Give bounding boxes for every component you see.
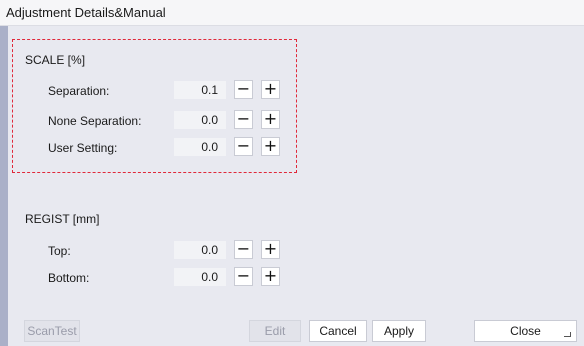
- top-label: Top:: [48, 244, 71, 258]
- cancel-button[interactable]: Cancel: [309, 320, 367, 342]
- close-button-label: Close: [510, 324, 541, 338]
- scale-section-title: SCALE [%]: [25, 53, 86, 67]
- none-separation-decrement-button[interactable]: −: [234, 110, 253, 129]
- apply-button[interactable]: Apply: [372, 320, 426, 342]
- bottom-value: 0.0: [174, 268, 226, 286]
- edit-button[interactable]: Edit: [249, 320, 301, 342]
- bottom-decrement-button[interactable]: −: [234, 267, 253, 286]
- top-increment-button[interactable]: +: [261, 240, 280, 259]
- close-button[interactable]: Close: [474, 320, 577, 342]
- user-setting-increment-button[interactable]: +: [261, 137, 280, 156]
- dialog-content: SCALE [%] Separation: 0.1 − + None Separ…: [8, 27, 584, 310]
- window-title: Adjustment Details&Manual: [0, 0, 584, 26]
- scantest-button[interactable]: ScanTest: [24, 320, 80, 342]
- bottom-label: Bottom:: [48, 271, 90, 285]
- separation-label: Separation:: [48, 84, 110, 98]
- left-accent-strip: [0, 26, 8, 346]
- separation-decrement-button[interactable]: −: [234, 80, 253, 99]
- none-separation-increment-button[interactable]: +: [261, 110, 280, 129]
- separation-value: 0.1: [174, 81, 226, 99]
- none-separation-value: 0.0: [174, 111, 226, 129]
- bottom-increment-button[interactable]: +: [261, 267, 280, 286]
- user-setting-label: User Setting:: [48, 141, 118, 155]
- separation-increment-button[interactable]: +: [261, 80, 280, 99]
- top-value: 0.0: [174, 241, 226, 259]
- top-decrement-button[interactable]: −: [234, 240, 253, 259]
- regist-section-title: REGIST [mm]: [25, 212, 100, 226]
- dialog-footer: ScanTest Edit Cancel Apply Close: [8, 310, 584, 346]
- user-setting-decrement-button[interactable]: −: [234, 137, 253, 156]
- adjustment-dialog: Adjustment Details&Manual SCALE [%] Sepa…: [0, 0, 584, 346]
- corner-return-icon: [564, 332, 571, 337]
- none-separation-label: None Separation:: [48, 114, 142, 128]
- user-setting-value: 0.0: [174, 138, 226, 156]
